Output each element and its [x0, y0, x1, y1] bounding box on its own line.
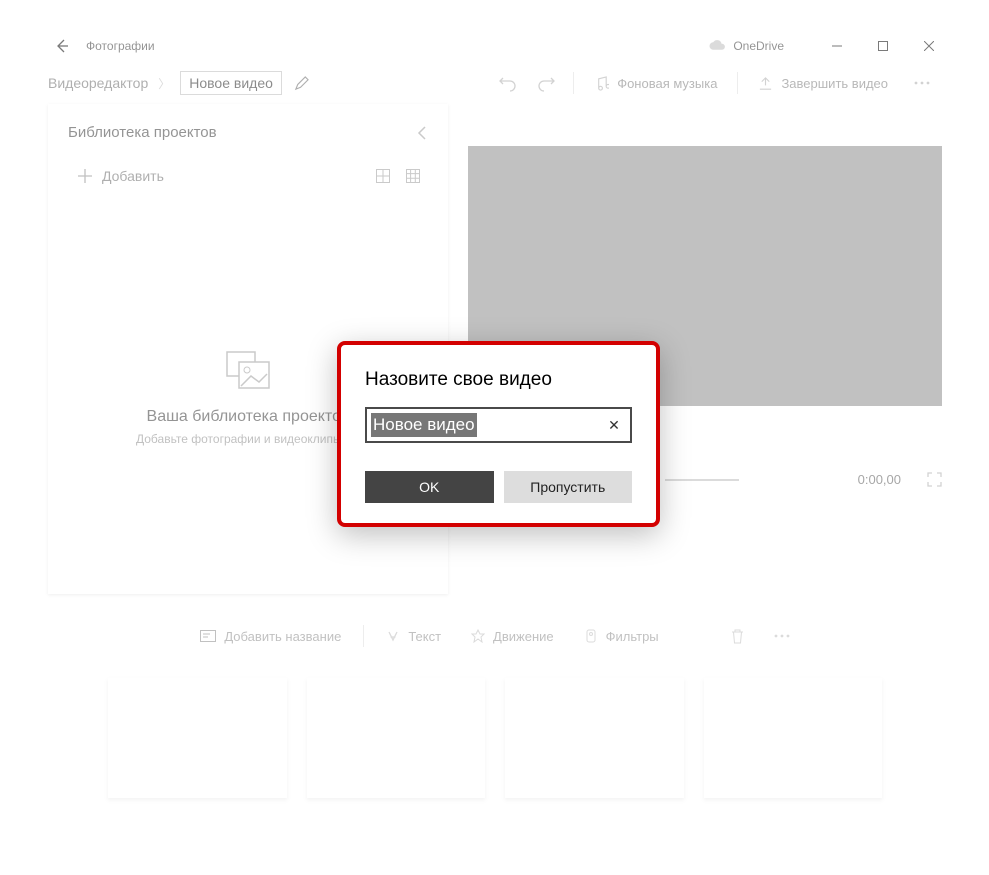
library-title: Библиотека проектов [68, 124, 217, 141]
finish-label: Завершить видео [781, 76, 888, 91]
onedrive-label: OneDrive [733, 39, 784, 53]
breadcrumb-active[interactable]: Новое видео [180, 71, 282, 95]
video-name-value: Новое видео [371, 413, 477, 437]
export-icon [758, 76, 773, 91]
delete-clip-button[interactable] [717, 618, 758, 654]
timeline-clip[interactable] [704, 678, 883, 798]
back-button[interactable] [38, 30, 86, 62]
add-label: Добавить [102, 168, 164, 184]
background-music-button[interactable]: Фоновая музыка [580, 63, 731, 103]
add-title-label: Добавить название [224, 629, 341, 644]
breadcrumb-root[interactable]: Видеоредактор [48, 75, 148, 91]
ok-button[interactable]: OK [365, 471, 494, 503]
filters-button[interactable]: Фильтры [570, 618, 673, 654]
maximize-button[interactable] [860, 30, 906, 62]
title-card-icon [200, 630, 216, 642]
timeline-clip[interactable] [505, 678, 684, 798]
view-grid-small-button[interactable] [398, 161, 428, 191]
edit-title-button[interactable] [294, 76, 309, 91]
fullscreen-button[interactable] [927, 472, 942, 487]
redo-button[interactable] [527, 63, 567, 103]
add-title-card-button[interactable]: Добавить название [186, 618, 355, 654]
cloud-icon [707, 40, 727, 52]
filters-label: Фильтры [606, 629, 659, 644]
close-button[interactable] [906, 30, 952, 62]
motion-label: Движение [493, 629, 554, 644]
timeline-more-button[interactable] [760, 618, 804, 654]
chevron-right-icon: 〉 [158, 75, 170, 92]
app-title: Фотографии [86, 39, 155, 53]
skip-button[interactable]: Пропустить [504, 471, 633, 503]
bg-music-label: Фоновая музыка [617, 76, 717, 91]
add-media-button[interactable]: Добавить [68, 164, 174, 188]
plus-icon [78, 169, 92, 183]
filters-icon [584, 629, 598, 643]
more-button[interactable] [902, 63, 942, 103]
motion-icon [471, 629, 485, 643]
motion-button[interactable]: Движение [457, 618, 568, 654]
text-label: Текст [408, 629, 441, 644]
timeline-clip[interactable] [108, 678, 287, 798]
text-icon [386, 629, 400, 643]
timeline-clip[interactable] [307, 678, 486, 798]
progress-track[interactable] [665, 479, 739, 481]
text-button[interactable]: Текст [372, 618, 455, 654]
minimize-button[interactable] [814, 30, 860, 62]
name-video-dialog: Назовите свое видео Новое видео ✕ OK Про… [337, 341, 660, 527]
view-grid-large-button[interactable] [368, 161, 398, 191]
library-empty-icon [225, 350, 271, 390]
clear-input-button[interactable]: ✕ [598, 417, 630, 434]
onedrive-button[interactable]: OneDrive [707, 39, 784, 53]
undo-button[interactable] [487, 63, 527, 103]
finish-video-button[interactable]: Завершить видео [744, 63, 902, 103]
dialog-title: Назовите свое видео [365, 369, 632, 391]
library-empty-title: Ваша библиотека проектов [147, 408, 350, 426]
collapse-library-button[interactable] [416, 125, 428, 141]
music-icon [594, 76, 609, 91]
time-total: 0:00,00 [858, 472, 901, 487]
video-name-input[interactable]: Новое видео ✕ [365, 407, 632, 443]
